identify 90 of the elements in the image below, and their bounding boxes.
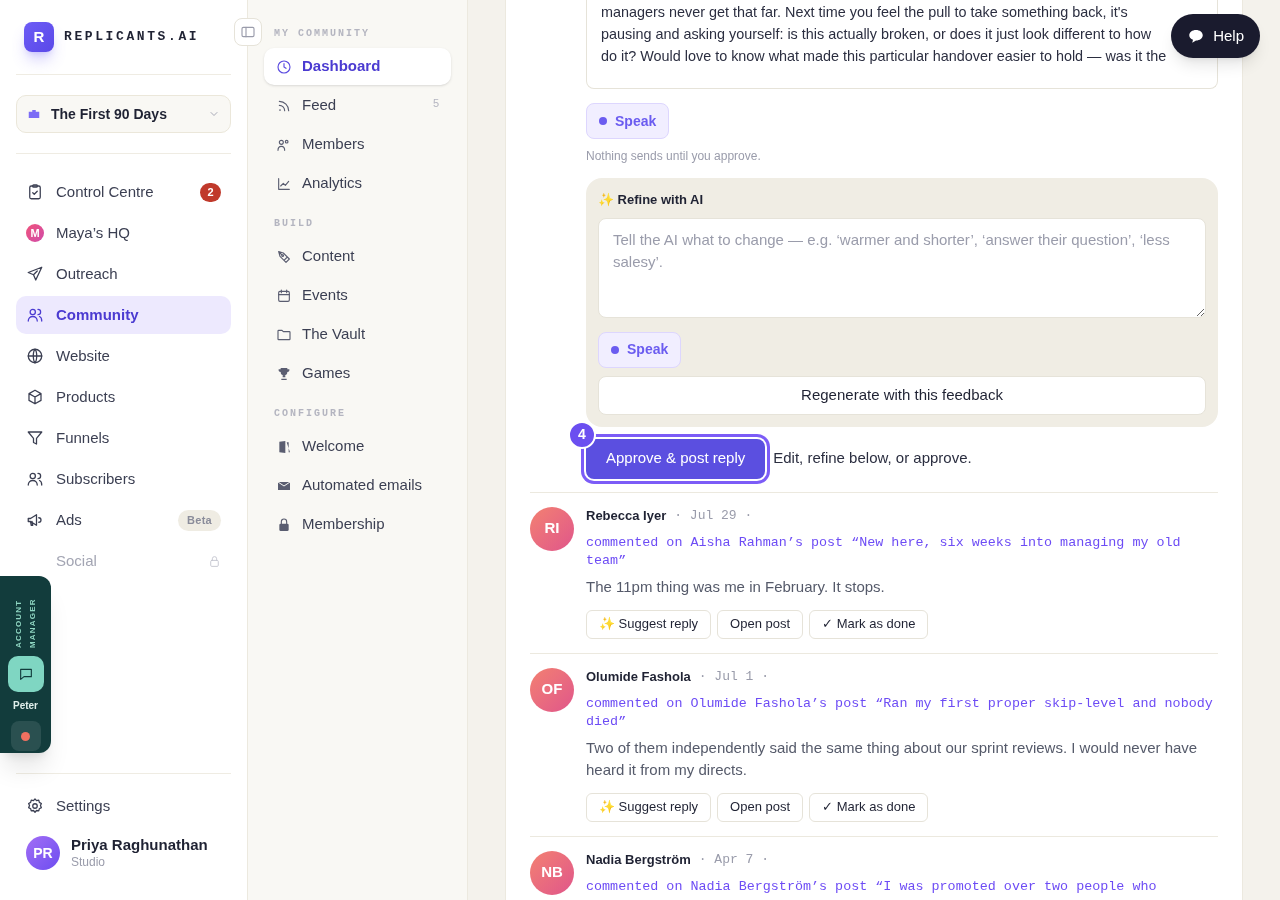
nav-item[interactable]: Feed 5 (264, 87, 451, 124)
nav-item[interactable]: Events (264, 277, 451, 314)
comment-text: The 11pm thing was me in February. It stops. (586, 576, 886, 597)
filter-icon (26, 429, 44, 447)
beta-tag: Beta (178, 509, 221, 531)
speak-button[interactable]: Speak (586, 103, 670, 139)
megaphone-icon (26, 511, 44, 529)
clock-icon (276, 58, 292, 75)
comment-date: · Jul 29 · (674, 506, 753, 525)
briefcase-icon (27, 107, 41, 121)
nav-item[interactable]: Dashboard (264, 48, 451, 85)
speak-button[interactable]: Speak (598, 331, 682, 368)
clipboard-icon (26, 183, 44, 201)
nav-item[interactable]: Games (264, 355, 451, 392)
regenerate-button[interactable]: Regenerate with this feedback (598, 375, 1206, 415)
nav-item[interactable]: Community (16, 296, 231, 334)
comment-date: · Apr 7 · (698, 850, 769, 869)
record-button[interactable] (10, 721, 41, 751)
avatar-icon: M (26, 224, 44, 242)
chat-bubble-icon (1187, 27, 1206, 45)
commenter-avatar: OF (530, 667, 574, 712)
box-icon (26, 388, 44, 406)
nav-item[interactable]: Analytics (264, 165, 451, 202)
nav-item[interactable]: Subscribers (16, 460, 231, 498)
commenter-avatar: RI (530, 506, 574, 551)
dot-icon (599, 117, 607, 125)
comment-context-link[interactable]: commented on Olumide Fashola’s post “Ran my first proper skip-level and nobody died” (586, 694, 1218, 731)
item-count: 5 (432, 96, 439, 112)
feedback-field[interactable]: Tell the AI what to change — e.g. ‘warmer and shorter’, ‘answer their question’, ‘less salesy’. (598, 217, 1206, 318)
nav-item[interactable]: Content (264, 238, 451, 275)
help-button[interactable]: Help (1171, 14, 1260, 58)
globe-icon (26, 347, 44, 365)
nav-item[interactable]: Membership (264, 506, 451, 543)
commenter-name: Rebecca Iyer (586, 506, 667, 525)
nav-item[interactable]: Website (16, 337, 231, 375)
section-heading: MY COMMUNITY (273, 27, 371, 41)
step-badge: 4 (568, 420, 596, 449)
lock-icon (276, 516, 292, 533)
panel-title: ACCOUNT MANAGER (12, 597, 38, 648)
brand-name: REPLICANTS.AI (64, 28, 200, 47)
section-heading: BUILD (273, 217, 315, 231)
comment-action-button[interactable]: ✓ Mark as done (809, 609, 929, 639)
approve-hint: Edit, refine below, or approve. (773, 448, 972, 469)
chart-icon (276, 175, 292, 192)
nav-item[interactable]: Funnels (16, 419, 231, 457)
commenter-name: Olumide Fashola (586, 667, 691, 686)
nav-item[interactable]: M Maya’s HQ (16, 214, 231, 252)
settings-link[interactable]: Settings (16, 788, 231, 824)
comment-action-button[interactable]: ✨ Suggest reply (586, 792, 712, 822)
workspace-selector[interactable]: The First 90 Days (16, 95, 231, 133)
chat-button[interactable] (7, 656, 44, 692)
manager-name: Peter (13, 699, 38, 713)
dot-icon (611, 345, 619, 354)
comment-action-button[interactable]: ✓ Mark as done (809, 792, 929, 822)
record-dot-icon (21, 731, 30, 741)
door-icon (276, 438, 292, 455)
settings-icon (26, 797, 44, 815)
nav-item[interactable]: Ads Beta (16, 501, 231, 539)
nav-item[interactable]: The Vault (264, 316, 451, 353)
nav-item[interactable]: Outreach (16, 255, 231, 293)
send-note: Nothing sends until you approve. (586, 148, 762, 165)
nav-item[interactable]: Welcome (264, 428, 451, 465)
users-icon (26, 470, 44, 488)
trophy-icon (276, 365, 292, 382)
comment-context-link[interactable]: commented on Aisha Rahman’s post “New here, six weeks into managing my old team” (586, 533, 1218, 570)
collapse-sidebar-button[interactable] (234, 18, 262, 46)
comment-text: Two of them independently said the same thing about our sprint reviews. I would never have heard it from my directs. (586, 737, 1199, 780)
calendar-icon (276, 287, 292, 304)
nav-item[interactable]: Products (16, 378, 231, 416)
user-avatar[interactable]: PR (26, 836, 60, 870)
comment-action-button[interactable]: Open post (717, 609, 804, 639)
comment-action-button[interactable]: Open post (717, 792, 804, 822)
comment-action-button[interactable]: ✨ Suggest reply (586, 609, 712, 639)
send-icon (26, 265, 44, 283)
chat-icon (17, 666, 34, 682)
nav-item[interactable]: Automated emails (264, 467, 451, 504)
commenter-avatar: NB (530, 850, 574, 895)
comment-date: · Jul 1 · (698, 667, 769, 686)
sidebar-icon (240, 24, 256, 40)
user-name: Priya Raghunathan (71, 836, 208, 855)
app-logo[interactable]: R (24, 22, 54, 52)
users-icon (26, 306, 44, 324)
user-plan: Studio (71, 854, 107, 870)
commenter-name: Nadia Bergström (586, 850, 691, 869)
comment-context-link[interactable]: commented on Nadia Bergström’s post “I was promoted over two people who (586, 877, 1218, 896)
nav-item[interactable]: Members (264, 126, 451, 163)
section-heading: CONFIGURE (273, 407, 347, 421)
count-badge: 2 (200, 182, 221, 202)
nav-item[interactable]: Control Centre 2 (16, 173, 231, 211)
refine-title: ✨ Refine with AI (598, 191, 705, 209)
